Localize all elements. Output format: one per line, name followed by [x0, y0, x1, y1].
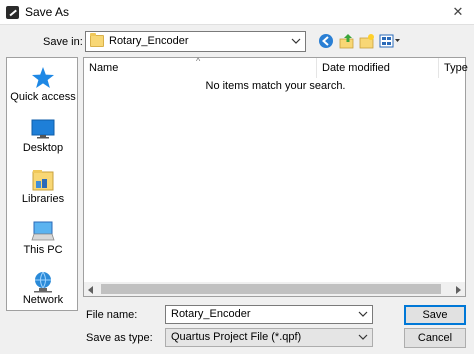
scroll-right-icon[interactable]: [454, 285, 462, 294]
chevron-down-icon[interactable]: [357, 308, 369, 320]
place-label: Quick access: [10, 91, 76, 103]
libraries-icon: [31, 168, 55, 192]
horizontal-scrollbar[interactable]: [83, 282, 466, 297]
file-list[interactable]: ^ Name Date modified Type No items match…: [83, 56, 468, 297]
place-quick-access[interactable]: Quick access: [7, 64, 79, 110]
view-menu-icon[interactable]: [379, 33, 401, 49]
window-title: Save As: [25, 5, 70, 19]
save-as-type-dropdown[interactable]: Quartus Project File (*.qpf): [165, 328, 373, 347]
scroll-left-icon[interactable]: [87, 285, 95, 294]
save-in-dropdown[interactable]: Rotary_Encoder: [85, 31, 306, 52]
back-icon[interactable]: [318, 33, 334, 49]
place-label: Libraries: [21, 193, 65, 205]
star-icon: [31, 66, 55, 90]
file-name-input[interactable]: Rotary_Encoder: [165, 305, 373, 324]
new-folder-icon[interactable]: [359, 33, 375, 49]
folder-icon: [90, 33, 104, 47]
place-libraries[interactable]: Libraries: [7, 166, 79, 212]
empty-message: No items match your search.: [205, 80, 346, 92]
places-bar: Quick access Desktop Libraries This PC N…: [6, 57, 78, 311]
place-network[interactable]: Network: [7, 268, 79, 310]
place-label: This PC: [23, 244, 63, 256]
chevron-down-icon[interactable]: [290, 35, 302, 47]
save-in-value: Rotary_Encoder: [109, 35, 189, 47]
place-this-pc[interactable]: This PC: [7, 217, 79, 263]
place-label: Network: [22, 294, 64, 306]
cancel-button[interactable]: Cancel: [404, 328, 466, 348]
place-label: Desktop: [22, 142, 64, 154]
computer-icon: [31, 219, 55, 243]
column-header-type[interactable]: Type: [438, 58, 468, 78]
app-icon: [6, 6, 19, 19]
save-button[interactable]: Save: [404, 305, 466, 325]
chevron-down-icon[interactable]: [357, 331, 369, 343]
column-header-name[interactable]: Name: [84, 58, 316, 78]
save-in-label: Save in:: [43, 36, 83, 48]
close-button[interactable]: ✕: [442, 0, 474, 25]
column-header-date-modified[interactable]: Date modified: [316, 58, 438, 78]
title-bar: Save As ✕: [0, 0, 474, 25]
network-icon: [31, 270, 55, 294]
up-folder-icon[interactable]: [339, 33, 355, 49]
file-name-value: Rotary_Encoder: [171, 308, 251, 320]
file-name-label: File name:: [86, 309, 138, 321]
place-desktop[interactable]: Desktop: [7, 115, 79, 161]
desktop-icon: [31, 117, 55, 141]
save-as-type-label: Save as type:: [86, 332, 153, 344]
save-as-type-value: Quartus Project File (*.qpf): [171, 331, 302, 343]
scrollbar-thumb[interactable]: [101, 284, 441, 294]
